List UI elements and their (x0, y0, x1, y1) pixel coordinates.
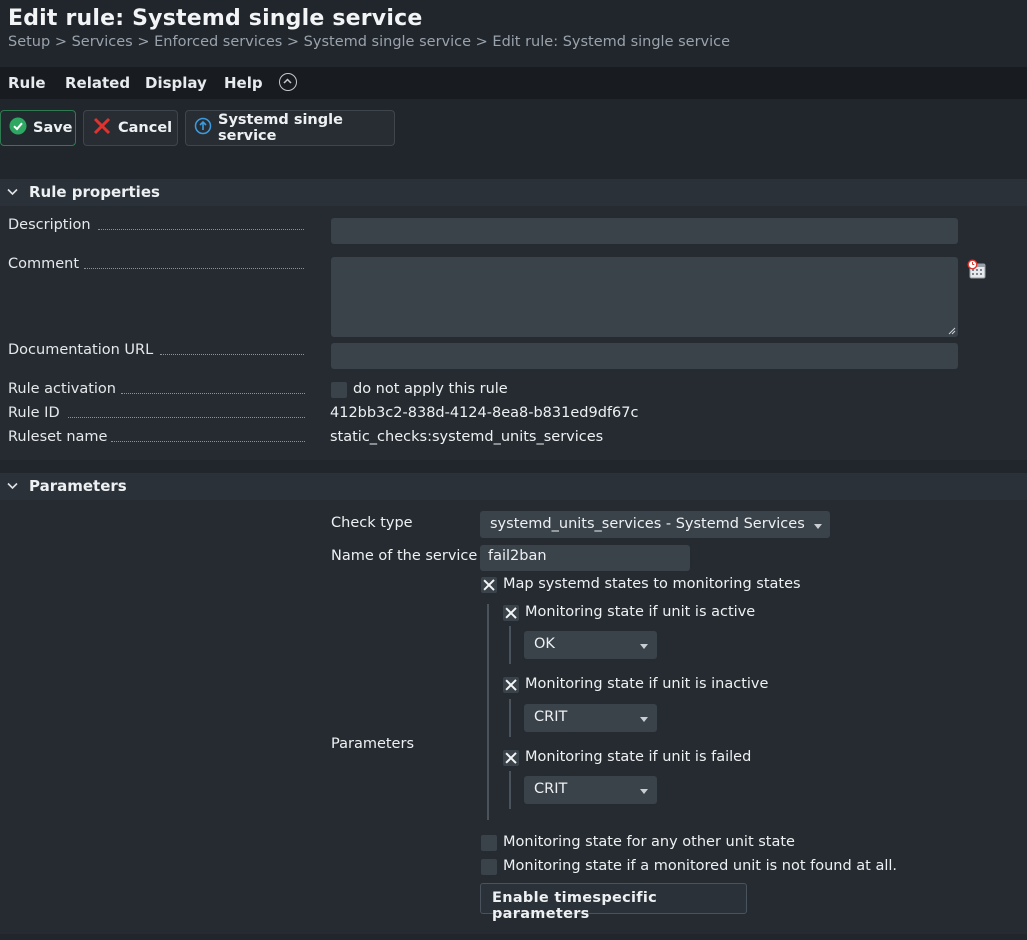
other-state-checkbox[interactable] (481, 835, 497, 851)
inactive-state-select[interactable]: CRIT (524, 704, 657, 732)
resize-handle-icon[interactable] (948, 327, 956, 335)
breadcrumb-item: Edit rule: Systemd single service (492, 34, 731, 50)
chevron-down-icon (7, 482, 18, 490)
inactive-state-label[interactable]: Monitoring state if unit is inactive (525, 676, 768, 692)
chevron-down-icon (7, 188, 18, 196)
save-label: Save (33, 120, 73, 136)
documentation-url-label: Documentation URL (8, 342, 154, 358)
menu-help[interactable]: Help (224, 74, 263, 92)
do-not-apply-checkbox[interactable] (331, 382, 347, 398)
breadcrumb: Setup > Services > Enforced services > S… (8, 34, 730, 50)
leader-dots (84, 268, 304, 269)
menu-rule[interactable]: Rule (8, 74, 46, 92)
check-circle-icon (9, 117, 27, 139)
comment-textarea[interactable] (331, 257, 958, 337)
description-label: Description (8, 217, 91, 233)
enable-timespecific-button[interactable]: Enable timespecific parameters (480, 883, 747, 922)
rule-id-label: Rule ID (8, 405, 60, 421)
check-type-select[interactable]: systemd_units_services - Systemd Service… (480, 511, 830, 538)
chevron-down-icon (640, 717, 648, 722)
up-arrow-circle-icon (194, 117, 212, 139)
map-states-checkbox[interactable] (481, 577, 497, 593)
not-found-checkbox[interactable] (481, 859, 497, 875)
cancel-label: Cancel (118, 120, 173, 136)
breadcrumb-separator: > (137, 34, 150, 50)
leader-dots (98, 229, 304, 230)
page-title: Edit rule: Systemd single service (8, 6, 423, 31)
calendar-clock-icon[interactable] (966, 258, 988, 284)
active-state-select[interactable]: OK (524, 631, 657, 659)
documentation-url-input[interactable] (331, 343, 958, 369)
cancel-button[interactable]: Cancel (83, 110, 178, 146)
service-name-label: Name of the service (331, 548, 478, 564)
rule-properties-header[interactable]: Rule properties (0, 179, 1027, 206)
breadcrumb-item[interactable]: Enforced services (154, 34, 282, 50)
nested-group-line (487, 604, 489, 820)
section-title: Parameters (29, 477, 127, 495)
menu-bar: Rule Related Display Help (0, 67, 1027, 99)
leader-dots (111, 441, 305, 442)
nested-group-line (509, 626, 511, 664)
failed-state-checkbox[interactable] (503, 750, 519, 766)
rule-id-value: 412bb3c2-838d-4124-8ea8-b831ed9df67c (330, 405, 639, 421)
inactive-state-checkbox[interactable] (503, 677, 519, 693)
ruleset-name-value: static_checks:systemd_units_services (330, 429, 604, 445)
ruleset-label: Systemd single service (218, 112, 343, 144)
failed-state-select[interactable]: CRIT (524, 776, 657, 804)
ruleset-button[interactable]: Systemd single service (185, 110, 395, 146)
ruleset-name-label: Ruleset name (8, 429, 108, 445)
save-button[interactable]: Save (0, 110, 76, 146)
parameters-label: Parameters (331, 736, 414, 752)
breadcrumb-item[interactable]: Systemd single service (304, 34, 471, 50)
leader-dots (121, 393, 305, 394)
breadcrumb-item[interactable]: Services (72, 34, 133, 50)
leader-dots (68, 417, 305, 418)
nested-group-line (509, 699, 511, 737)
active-state-label[interactable]: Monitoring state if unit is active (525, 604, 755, 620)
description-input[interactable] (331, 218, 958, 244)
map-states-label[interactable]: Map systemd states to monitoring states (503, 576, 801, 592)
leader-dots (160, 354, 304, 355)
chevron-down-icon (640, 644, 648, 649)
red-x-icon (92, 116, 112, 140)
parameters-header[interactable]: Parameters (0, 473, 1027, 500)
active-state-checkbox[interactable] (503, 605, 519, 621)
do-not-apply-label[interactable]: do not apply this rule (353, 381, 508, 397)
failed-state-label[interactable]: Monitoring state if unit is failed (525, 749, 751, 765)
other-state-label[interactable]: Monitoring state for any other unit stat… (503, 834, 795, 850)
check-type-label: Check type (331, 515, 413, 531)
chevron-down-icon (814, 524, 822, 529)
comment-label: Comment (8, 256, 80, 272)
breadcrumb-separator: > (286, 34, 300, 50)
menu-related[interactable]: Related (65, 74, 130, 92)
section-title: Rule properties (29, 183, 160, 201)
service-name-input[interactable]: fail2ban (480, 545, 690, 571)
rule-activation-label: Rule activation (8, 381, 116, 397)
chevron-up-circle-icon[interactable] (279, 73, 297, 91)
breadcrumb-item[interactable]: Setup (8, 34, 50, 50)
menu-display[interactable]: Display (145, 74, 207, 92)
breadcrumb-separator: > (475, 34, 488, 50)
breadcrumb-separator: > (54, 34, 67, 50)
nested-group-line (509, 771, 511, 809)
chevron-down-icon (640, 789, 648, 794)
not-found-label[interactable]: Monitoring state if a monitored unit is … (503, 858, 897, 874)
